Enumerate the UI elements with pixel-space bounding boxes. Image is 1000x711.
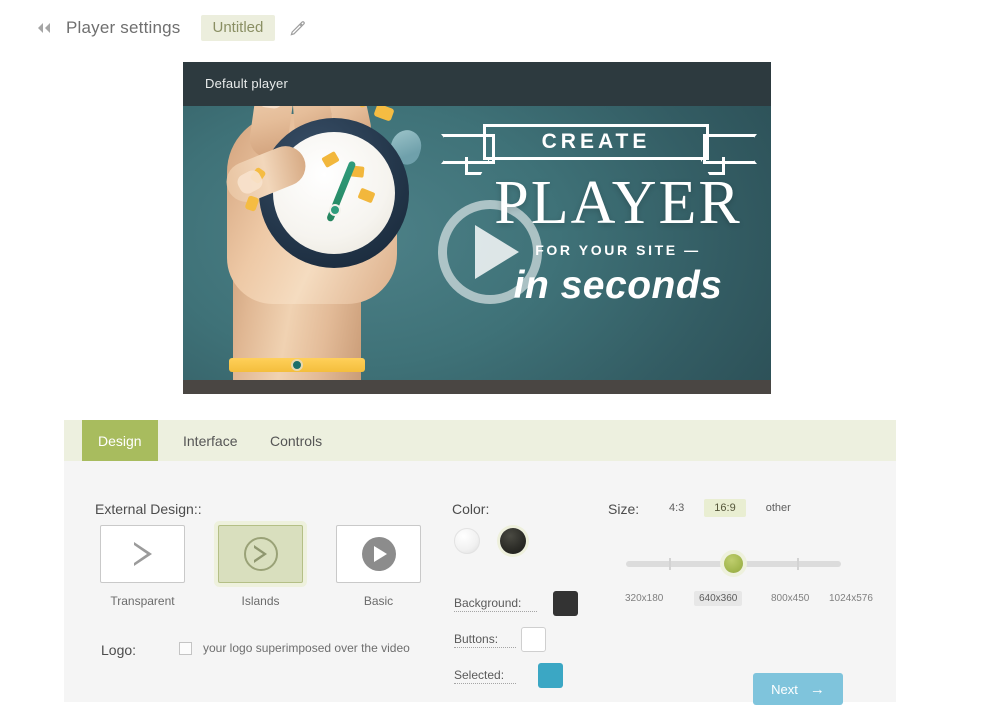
video-poster: CREATE PLAYER FOR YOUR SITE — in seconds: [183, 62, 771, 394]
stopwatch-hub: [329, 204, 341, 216]
background-color-label: Background:: [454, 596, 537, 612]
stopwatch-tick: [357, 187, 376, 204]
play-triangle-icon: [373, 546, 387, 562]
color-theme-swatches: [454, 528, 526, 554]
color-row-selected: Selected:: [454, 661, 578, 690]
size-preset-1024x576[interactable]: 1024x576: [824, 591, 878, 606]
play-circle-solid-icon: [361, 537, 396, 571]
tab-controls[interactable]: Controls: [254, 420, 338, 461]
design-option-label: Transparent: [110, 594, 175, 608]
slider-tick: [797, 558, 799, 570]
ribbon-text: CREATE: [541, 130, 651, 153]
design-thumb-box: [336, 525, 421, 583]
dark-theme-swatch[interactable]: [500, 528, 526, 554]
color-row-background: Background:: [454, 589, 578, 618]
stopwatch-tick: [321, 150, 340, 169]
external-design-options: Transparent Islands Basic: [100, 525, 421, 608]
pencil-icon[interactable]: [289, 19, 307, 37]
design-tab-panel: External Design:: Transparent Islands Ba…: [64, 461, 896, 705]
buttons-color-label: Buttons:: [454, 632, 516, 648]
slider-knob[interactable]: [724, 554, 743, 573]
page-header: Player settings Untitled: [0, 0, 1000, 56]
color-fields: Background: Buttons: Selected:: [454, 589, 578, 697]
poster-subline: FOR YOUR SITE —: [535, 242, 701, 258]
background-color-chip[interactable]: [553, 591, 578, 616]
back-double-chevron-icon: [38, 23, 50, 33]
external-design-label: External Design::: [95, 501, 202, 517]
design-option-basic[interactable]: Basic: [336, 525, 421, 608]
tab-design[interactable]: Design: [82, 420, 158, 461]
video-preview[interactable]: CREATE PLAYER FOR YOUR SITE — in seconds…: [183, 62, 771, 394]
logo-checkbox-label: your logo superimposed over the video: [203, 641, 410, 655]
pencil-glyph: [290, 21, 306, 36]
ratio-other[interactable]: other: [756, 499, 801, 517]
poster-headline: PLAYER: [494, 169, 742, 237]
settings-panel: Design Interface Controls External Desig…: [64, 420, 896, 705]
logo-checkbox[interactable]: [179, 641, 192, 655]
color-label: Color:: [452, 501, 490, 517]
design-option-label: Basic: [363, 594, 394, 608]
next-button-label: Next: [771, 681, 798, 697]
size-preset-320x180[interactable]: 320x180: [620, 591, 668, 606]
project-name-chip[interactable]: Untitled: [200, 15, 276, 41]
color-row-buttons: Buttons:: [454, 625, 578, 654]
design-thumb-box: [100, 525, 185, 583]
size-preset-800x450[interactable]: 800x450: [766, 591, 814, 606]
logo-label: Logo:: [101, 642, 137, 658]
ratio-16-9[interactable]: 16:9: [704, 499, 746, 517]
play-triangle-outline-icon: [133, 542, 153, 566]
design-thumb-box: [218, 525, 303, 583]
back-icon[interactable]: [34, 18, 56, 38]
buttons-color-chip[interactable]: [521, 627, 546, 652]
selected-color-label: Selected:: [454, 668, 516, 684]
stopwatch-illustration: [259, 118, 409, 268]
slider-tick: [669, 558, 671, 570]
arrow-right-icon: →: [809, 680, 825, 698]
play-triangle-icon: [253, 545, 269, 563]
aspect-ratio-options: 4:3 16:9 other: [659, 499, 801, 517]
wristband-dot: [291, 359, 303, 371]
design-option-islands[interactable]: Islands: [218, 525, 303, 608]
preview-label: Default player: [205, 76, 289, 91]
poster-tagline: in seconds: [513, 264, 723, 307]
ratio-4-3[interactable]: 4:3: [659, 499, 694, 517]
selected-color-chip[interactable]: [538, 663, 563, 688]
size-preset-640x360[interactable]: 640x360: [694, 591, 743, 606]
play-circle-outline-icon: [243, 537, 278, 571]
design-option-label: Islands: [241, 594, 280, 608]
size-label: Size:: [608, 501, 640, 517]
logo-option-row: your logo superimposed over the video: [179, 641, 410, 655]
preview-controlbar[interactable]: [183, 380, 771, 394]
floating-tick: [373, 103, 395, 122]
light-theme-swatch[interactable]: [454, 528, 480, 554]
design-option-transparent[interactable]: Transparent: [100, 525, 185, 608]
tab-bar: Design Interface Controls: [64, 420, 896, 461]
next-button[interactable]: Next →: [753, 673, 843, 705]
page-title: Player settings: [66, 18, 181, 37]
tab-interface[interactable]: Interface: [167, 420, 253, 461]
